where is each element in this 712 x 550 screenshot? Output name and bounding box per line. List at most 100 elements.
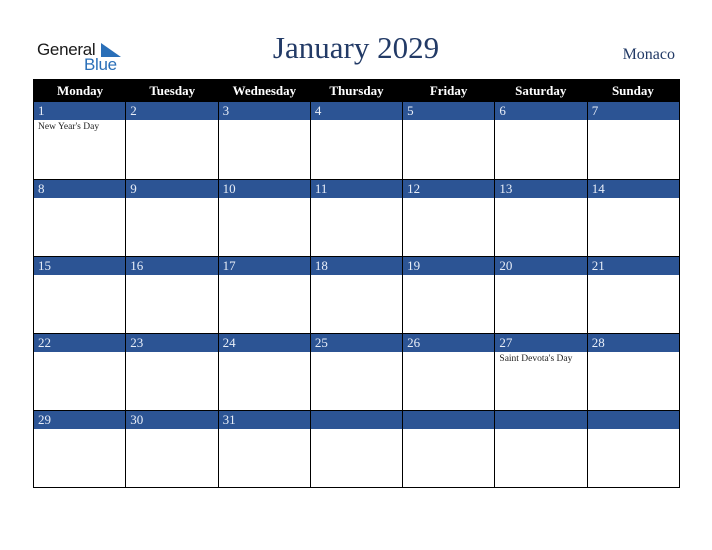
weekday-label: Monday — [56, 83, 104, 98]
day-number: 29 — [34, 411, 126, 429]
holiday-label: New Year's Day — [38, 122, 100, 132]
day-cell: 17 — [217, 257, 310, 333]
holiday-label — [495, 429, 586, 431]
holiday-label — [126, 120, 217, 122]
day-number: 18 — [310, 257, 403, 275]
weekday-label: Saturday — [515, 83, 567, 98]
holiday-label — [219, 275, 310, 277]
day-number: 13 — [495, 180, 587, 198]
holiday-label — [34, 275, 125, 277]
day-number: 22 — [34, 334, 126, 352]
day-cell: 8 — [34, 180, 126, 256]
holiday-label — [403, 120, 494, 122]
holiday-label — [588, 120, 679, 122]
day-cell: 18 — [309, 257, 403, 333]
day-cell: 30 — [125, 411, 218, 487]
day-number: 8 — [34, 180, 126, 198]
day-cell: 27 Saint Devota's Day — [494, 334, 587, 410]
day-number: 20 — [495, 257, 587, 275]
day-number — [310, 411, 403, 429]
holiday-label — [403, 429, 494, 431]
holiday-label — [126, 198, 217, 200]
day-cell: 24 — [217, 334, 310, 410]
day-number: 12 — [403, 180, 495, 198]
day-number: 24 — [218, 334, 310, 352]
page-title: January 2029 — [272, 30, 440, 65]
weekday-label: Wednesday — [232, 83, 297, 98]
day-cell: 20 — [494, 257, 587, 333]
day-cell: 21 — [586, 257, 679, 333]
holiday-label — [403, 275, 494, 277]
day-number: 23 — [126, 334, 218, 352]
day-cell: 3 — [217, 102, 310, 179]
day-cell: 14 — [586, 180, 679, 256]
holiday-label — [311, 429, 402, 431]
day-cell: 28 — [586, 334, 679, 410]
holiday-label — [219, 198, 310, 200]
holiday-label — [219, 429, 310, 431]
holiday-label — [495, 275, 586, 277]
day-number: 7 — [587, 102, 679, 120]
day-cell — [586, 411, 679, 487]
day-cell: 6 — [494, 102, 587, 179]
day-number — [403, 411, 495, 429]
day-cell: 12 — [402, 180, 495, 256]
day-cell — [309, 411, 403, 487]
day-number: 30 — [126, 411, 218, 429]
holiday-label — [588, 198, 679, 200]
day-cell: 23 — [125, 334, 218, 410]
holiday-label — [403, 352, 494, 354]
holiday-label — [34, 198, 125, 200]
holiday-label — [126, 352, 217, 354]
holiday-label — [126, 275, 217, 277]
day-number: 28 — [587, 334, 679, 352]
holiday-label — [588, 352, 679, 354]
day-cell: 1 New Year's Day — [34, 102, 126, 179]
day-number: 16 — [126, 257, 218, 275]
holiday-label — [34, 429, 125, 431]
holiday-label: Saint Devota's Day — [499, 354, 573, 364]
day-number: 15 — [34, 257, 126, 275]
day-number: 10 — [218, 180, 310, 198]
day-cell: 29 — [34, 411, 126, 487]
day-cell: 22 — [34, 334, 126, 410]
day-cell: 11 — [309, 180, 403, 256]
day-number: 6 — [495, 102, 587, 120]
holiday-label — [34, 352, 125, 354]
holiday-label — [588, 429, 679, 431]
holiday-label — [126, 429, 217, 431]
week-row: 1 New Year's Day 2 3 4 5 6 7 — [34, 102, 679, 179]
holiday-label — [495, 120, 586, 122]
day-number: 25 — [310, 334, 403, 352]
day-cell: 9 — [125, 180, 218, 256]
holiday-label — [311, 275, 402, 277]
weekday-header: Monday Tuesday Wednesday Thursday Friday… — [34, 80, 679, 102]
holiday-label — [311, 198, 402, 200]
day-number: 31 — [218, 411, 310, 429]
weekday-label: Thursday — [329, 83, 384, 98]
holiday-label — [219, 120, 310, 122]
day-cell: 7 — [586, 102, 679, 179]
holiday-label — [219, 352, 310, 354]
day-number: 27 — [495, 334, 587, 352]
day-cell: 16 — [125, 257, 218, 333]
day-number — [587, 411, 679, 429]
day-number: 19 — [403, 257, 495, 275]
weekday-label: Tuesday — [149, 83, 196, 98]
day-cell: 15 — [34, 257, 126, 333]
week-row: 29 30 31 — [34, 410, 679, 487]
day-number: 4 — [310, 102, 403, 120]
day-cell: 31 — [217, 411, 310, 487]
holiday-label — [311, 352, 402, 354]
day-cell: 4 — [309, 102, 403, 179]
day-cell: 19 — [402, 257, 495, 333]
day-cell: 2 — [125, 102, 218, 179]
day-number: 3 — [218, 102, 310, 120]
day-number: 11 — [310, 180, 403, 198]
day-number: 2 — [126, 102, 218, 120]
week-row: 8 9 10 11 12 13 14 — [34, 179, 679, 256]
day-cell — [402, 411, 495, 487]
day-number: 5 — [403, 102, 495, 120]
week-row: 22 23 24 25 26 27 Saint Devota's Day 28 — [34, 333, 679, 410]
holiday-label — [495, 198, 586, 200]
